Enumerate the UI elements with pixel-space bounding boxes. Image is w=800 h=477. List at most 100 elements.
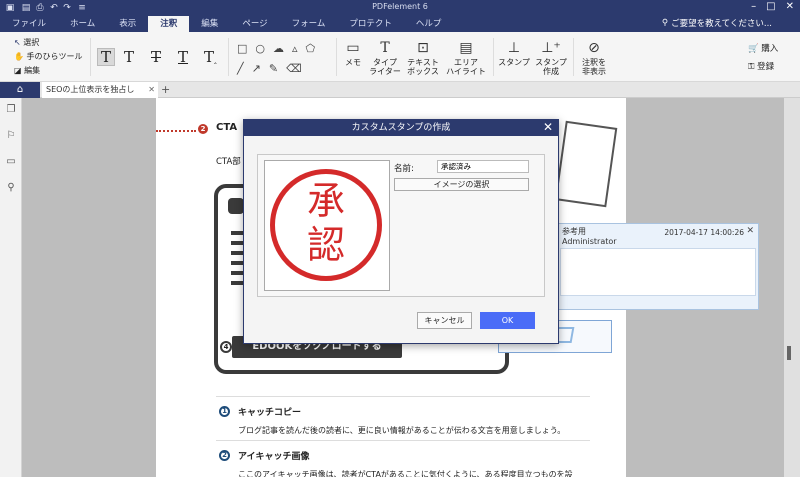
sticky-note-popup[interactable]: 参考用 Administrator 2017-04-17 14:00:26 ✕ [557,223,759,310]
hand-label: 手のひらツール [26,52,83,61]
help-search[interactable]: ⚲ ご要望を教えてください... [662,17,772,29]
new-tab-icon[interactable]: + [161,82,170,97]
menu-form[interactable]: フォーム [280,16,338,32]
insert-text-icon[interactable]: T‸ [204,48,217,66]
cloud-icon[interactable]: ☁ [273,42,292,55]
line-tools: ╱↗✎⌫ [237,62,310,75]
ok-button[interactable]: OK [480,312,535,329]
hand-icon: ✋ [14,52,24,61]
oval-icon[interactable]: ○ [255,42,273,55]
ribbon-divider [90,38,91,76]
item-2-title: アイキャッチ画像 [238,452,310,462]
pentagon-icon[interactable]: ⬠ [306,42,324,55]
area-highlight-icon: ▤ [459,39,473,56]
textbox-label: テキスト ボックス [407,58,439,76]
annotation-ribbon: ↖ 選択 ✋ 手のひらツール ◪ 編集 T T T T T‸ □○☁▵⬠ ╱↗✎… [0,32,800,82]
stamp-button[interactable]: ⊥ スタンプ [497,38,531,68]
edit-tool[interactable]: ◪ 編集 [14,64,83,78]
eraser-icon[interactable]: ⌫ [286,62,310,75]
dialog-close-icon[interactable]: ✕ [543,120,553,135]
hide-annotations-label: 注釈を 非表示 [582,58,606,76]
register-label: 登録 [757,62,775,72]
strikethrough-text-icon[interactable]: T [151,48,161,66]
shape-tools: □○☁▵⬠ [237,42,323,55]
note-timestamp: 2017-04-17 14:00:26 [664,228,744,237]
note-text-area[interactable] [560,248,756,296]
title-bar: ▣ ▤ ⎙ ↶ ↷ ≡ PDFelement 6 – □ ✕ ファイル ホーム … [0,0,800,32]
menu-edit[interactable]: 編集 [189,16,230,32]
hand-tool[interactable]: ✋ 手のひらツール [14,50,83,64]
close-tab-icon[interactable]: ✕ [148,82,155,98]
thumbnails-icon[interactable]: ❐ [5,104,17,116]
select-tool[interactable]: ↖ 選択 [14,36,83,50]
tablet-illustration [554,120,618,208]
stamp-preview: 承 認 [264,160,390,291]
select-label: 選択 [23,38,40,47]
help-search-input[interactable]: ご要望を教えてください... [671,17,772,29]
document-tab-label: SEOの上位表示を独占し [46,85,135,94]
menu-page[interactable]: ページ [230,16,279,32]
cancel-button[interactable]: キャンセル [417,312,472,329]
scrollbar-thumb[interactable] [787,346,791,360]
divider [216,440,590,441]
maximize-icon[interactable]: □ [766,1,775,12]
vertical-scrollbar[interactable] [784,98,800,477]
custom-stamp-dialog: カスタムスタンプの作成 ✕ 承 認 名前: イメージの選択 キャンセル OK [243,119,559,344]
menu-home[interactable]: ホーム [58,16,107,32]
line-icon[interactable]: ╱ [237,62,252,75]
lightbulb-icon: ⚲ [661,18,669,28]
pencil-icon[interactable]: ✎ [269,62,286,75]
underline-text-icon[interactable]: T [124,48,134,66]
bookmark-icon[interactable]: ⚐ [5,130,17,142]
section-subtext: CTA部 [216,157,241,167]
document-tab[interactable]: SEOの上位表示を独占し ✕ [42,82,158,98]
home-tab-icon[interactable]: ⌂ [0,82,40,98]
search-icon[interactable]: ⚲ [5,182,17,194]
dialog-title-text: カスタムスタンプの作成 [351,123,451,133]
memo-icon: ▭ [346,39,360,56]
menu-protect[interactable]: プロテクト [337,16,404,32]
memo-button[interactable]: ▭ メモ [342,38,364,68]
typewriter-icon: T [380,39,390,56]
close-note-icon[interactable]: ✕ [746,226,754,236]
highlight-text-icon[interactable]: T [97,48,115,66]
menu-annotate[interactable]: 注釈 [148,16,190,32]
create-stamp-button[interactable]: ⊥⁺ スタンプ 作成 [534,38,568,77]
polygon-icon[interactable]: ▵ [292,42,306,55]
textbox-button[interactable]: ⊡ テキスト ボックス [405,38,441,77]
edit-icon: ◪ [14,66,22,75]
ribbon-divider [336,38,337,76]
minimize-icon[interactable]: – [751,1,756,12]
area-highlight-label: エリア ハイライト [446,58,486,76]
create-stamp-icon: ⊥⁺ [541,39,561,56]
menu-view[interactable]: 表示 [107,16,148,32]
item-2-number: 2 [219,450,230,461]
rectangle-icon[interactable]: □ [237,42,255,55]
item-1-body: ブログ記事を読んだ後の読者に、更に良い情報があることが伝わる文言を用意しましょう… [238,426,566,435]
section-heading: CTA [216,122,238,133]
stamp-name-input[interactable] [437,160,529,173]
left-sidebar: ❐ ⚐ ▭ ⚲ [0,98,22,477]
arrow-icon[interactable]: ↗ [252,62,269,75]
name-label: 名前: [394,164,414,174]
hide-annotations-button[interactable]: ⊘ 注釈を 非表示 [578,38,610,77]
stamp-label: スタンプ [498,58,530,67]
app-title: PDFelement 6 [372,2,428,11]
squiggly-text-icon[interactable]: T [178,48,188,66]
comment-icon[interactable]: ▭ [5,156,17,168]
menu-file[interactable]: ファイル [0,16,58,32]
menu-help[interactable]: ヘルプ [404,16,454,32]
textbox-icon: ⊡ [417,39,429,56]
stamp-icon: ⊥ [507,39,521,56]
window-controls: – □ ✕ [751,1,794,12]
select-image-button[interactable]: イメージの選択 [394,178,529,191]
note-header: 参考用 Administrator [562,227,617,247]
buy-link[interactable]: 🛒 購入 [748,40,778,58]
area-highlight-button[interactable]: ▤ エリア ハイライト [445,38,487,77]
register-link[interactable]: ⚿ 登録 [748,58,778,76]
typewriter-button[interactable]: T タイプ ライター [368,38,402,77]
close-window-icon[interactable]: ✕ [786,1,794,12]
eye-slash-icon: ⊘ [588,39,600,56]
create-stamp-label: スタンプ 作成 [535,58,567,76]
document-tabs: ⌂ SEOの上位表示を独占し ✕ + [0,82,800,98]
